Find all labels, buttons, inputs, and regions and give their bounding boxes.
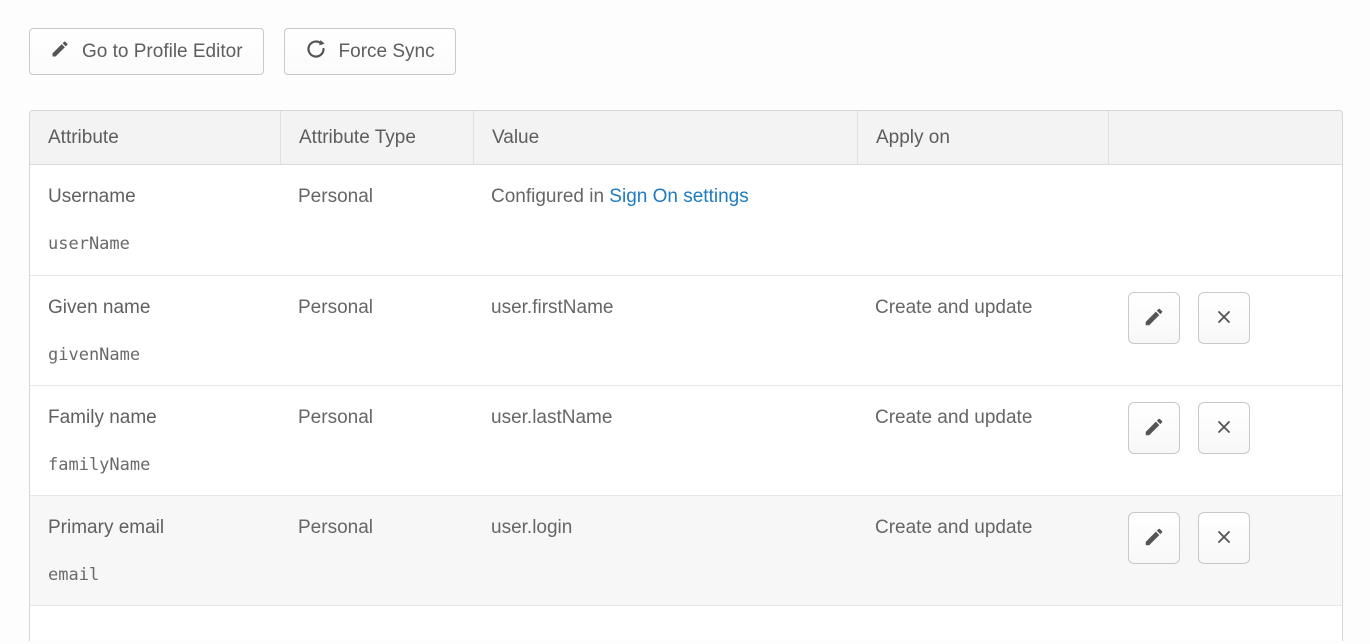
- attribute-name: userName: [48, 231, 262, 257]
- table-row-given-name: Given name givenName Personal user.first…: [30, 275, 1342, 385]
- column-header-attribute-type: Attribute Type: [280, 111, 473, 164]
- value-cell: Configured in Sign On settings: [473, 165, 857, 275]
- delete-attribute-button[interactable]: [1198, 402, 1250, 454]
- table-row-primary-email: Primary email email Personal user.login …: [30, 495, 1342, 605]
- attribute-type-cell: Personal: [280, 386, 473, 495]
- apply-on-cell: [857, 165, 1108, 275]
- table-row-username: Username userName Personal Configured in…: [30, 165, 1342, 275]
- actions-cell: [1108, 386, 1342, 495]
- toolbar: Go to Profile Editor Force Sync: [29, 28, 1370, 75]
- attribute-label: Family name: [48, 405, 262, 431]
- attribute-name: givenName: [48, 342, 262, 368]
- value-prefix: Configured in: [491, 186, 609, 207]
- attribute-cell: Username userName: [30, 165, 280, 275]
- edit-attribute-button[interactable]: [1128, 292, 1180, 344]
- force-sync-label: Force Sync: [339, 41, 435, 63]
- column-header-value: Value: [473, 111, 857, 164]
- attribute-type-cell: Personal: [280, 165, 473, 275]
- column-header-attribute: Attribute: [30, 111, 280, 164]
- go-to-profile-editor-button[interactable]: Go to Profile Editor: [29, 28, 264, 75]
- x-icon: [1214, 307, 1234, 330]
- value-cell: user.login: [473, 496, 857, 605]
- column-header-actions: [1108, 111, 1342, 164]
- table-header: Attribute Attribute Type Value Apply on: [30, 111, 1342, 165]
- edit-attribute-button[interactable]: [1128, 512, 1180, 564]
- force-sync-button[interactable]: Force Sync: [284, 28, 456, 75]
- pencil-icon: [50, 39, 70, 65]
- apply-on-cell: Create and update: [857, 496, 1108, 605]
- attribute-type-cell: Personal: [280, 496, 473, 605]
- pencil-icon: [1143, 306, 1165, 331]
- attribute-cell: Family name familyName: [30, 386, 280, 495]
- sign-on-settings-link[interactable]: Sign On settings: [609, 186, 748, 207]
- delete-attribute-button[interactable]: [1198, 512, 1250, 564]
- x-icon: [1214, 527, 1234, 550]
- delete-attribute-button[interactable]: [1198, 292, 1250, 344]
- attribute-label: Username: [48, 184, 262, 210]
- attribute-label: Primary email: [48, 515, 262, 541]
- attribute-name: email: [48, 562, 262, 588]
- attribute-mapping-table: Attribute Attribute Type Value Apply on …: [29, 110, 1343, 641]
- pencil-icon: [1143, 416, 1165, 441]
- edit-attribute-button[interactable]: [1128, 402, 1180, 454]
- actions-cell: [1108, 276, 1342, 385]
- go-to-profile-editor-label: Go to Profile Editor: [82, 41, 243, 63]
- pencil-icon: [1143, 526, 1165, 551]
- column-header-apply-on: Apply on: [857, 111, 1108, 164]
- refresh-icon: [305, 38, 327, 66]
- table-row-family-name: Family name familyName Personal user.las…: [30, 385, 1342, 495]
- actions-cell: [1108, 496, 1342, 605]
- table-row-partial: [30, 605, 1342, 641]
- attribute-cell: Given name givenName: [30, 276, 280, 385]
- attribute-type-cell: Personal: [280, 276, 473, 385]
- attribute-label: Given name: [48, 295, 262, 321]
- apply-on-cell: Create and update: [857, 386, 1108, 495]
- attribute-cell: Primary email email: [30, 496, 280, 605]
- value-cell: user.lastName: [473, 386, 857, 495]
- attribute-name: familyName: [48, 452, 262, 478]
- value-cell: user.firstName: [473, 276, 857, 385]
- x-icon: [1214, 417, 1234, 440]
- actions-cell: [1108, 165, 1342, 275]
- apply-on-cell: Create and update: [857, 276, 1108, 385]
